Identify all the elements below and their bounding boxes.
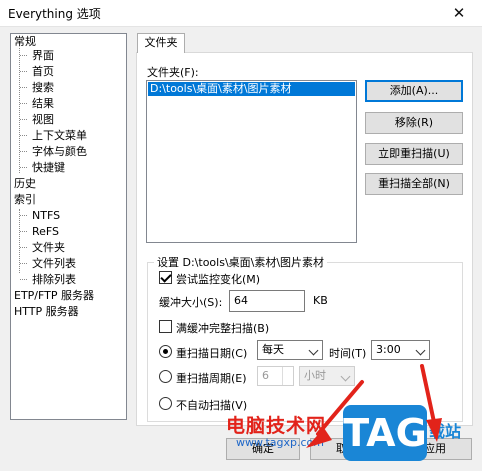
tree-item-interface[interactable]: 界面 xyxy=(32,49,54,63)
tree-item-results[interactable]: 结果 xyxy=(32,97,54,111)
add-folder-button[interactable]: 添加(A)... xyxy=(365,80,463,102)
time-value: 3:00 xyxy=(376,343,401,356)
buffer-size-label: 缓冲大小(S): xyxy=(159,296,223,309)
tree-item-folders[interactable]: 文件夹 xyxy=(32,241,65,255)
settings-tree[interactable]: 常规 界面 首页 搜索 结果 视图 上下文菜单 字体与颜色 快捷键 历史 索引 … xyxy=(10,33,127,420)
period-value-input: 6 xyxy=(257,366,294,386)
chevron-down-icon xyxy=(308,345,319,356)
tree-item-refs[interactable]: ReFS xyxy=(32,225,59,239)
close-icon[interactable]: ✕ xyxy=(444,2,474,24)
rescan-day-value: 每天 xyxy=(262,343,284,356)
rescan-all-button[interactable]: 重扫描全部(N) xyxy=(365,173,463,195)
tree-item-shortcuts[interactable]: 快捷键 xyxy=(32,161,65,175)
rescan-daily-label[interactable]: 重扫描日期(C) xyxy=(176,345,247,361)
buffer-size-input[interactable]: 64 xyxy=(229,290,305,312)
remove-folder-button[interactable]: 移除(R) xyxy=(365,112,463,134)
tree-item-home[interactable]: 首页 xyxy=(32,65,54,79)
tree-item-view[interactable]: 视图 xyxy=(32,113,54,127)
full-rescan-checkbox[interactable] xyxy=(159,320,172,333)
settings-group-title: 设置 D:\tools\桌面\素材\图片素材 xyxy=(154,254,328,270)
spin-icon xyxy=(282,367,293,385)
no-auto-scan-radio[interactable] xyxy=(159,397,172,410)
rescan-daily-radio[interactable] xyxy=(159,345,172,358)
tree-item-ntfs[interactable]: NTFS xyxy=(32,209,60,223)
chevron-down-icon xyxy=(415,345,426,356)
rescan-period-radio[interactable] xyxy=(159,370,172,383)
time-label: 时间(T) xyxy=(329,347,367,360)
window-title: Everything 选项 xyxy=(8,7,101,21)
monitor-changes-label[interactable]: 尝试监控变化(M) xyxy=(176,271,260,287)
monitor-changes-checkbox[interactable] xyxy=(159,271,172,284)
full-rescan-label[interactable]: 满缓冲完整扫描(B) xyxy=(176,320,269,336)
red-arrow-icon xyxy=(420,364,442,442)
tree-item-fonts-colors[interactable]: 字体与颜色 xyxy=(32,145,87,159)
folders-label: 文件夹(F): xyxy=(147,66,199,79)
folders-listbox[interactable]: D:\tools\桌面\素材\图片素材 xyxy=(146,80,357,243)
folder-list-item[interactable]: D:\tools\桌面\素材\图片素材 xyxy=(148,82,355,96)
tree-item-file-list[interactable]: 文件列表 xyxy=(32,257,76,271)
tree-item-http-server[interactable]: HTTP 服务器 xyxy=(14,305,79,319)
tree-item-index[interactable]: 索引 xyxy=(14,193,36,207)
red-arrow-icon xyxy=(306,380,364,448)
buffer-unit-label: KB xyxy=(313,294,328,307)
tree-item-search[interactable]: 搜索 xyxy=(32,81,54,95)
tree-guide xyxy=(19,48,20,173)
tree-item-general[interactable]: 常规 xyxy=(14,35,36,49)
tree-item-history[interactable]: 历史 xyxy=(14,177,36,191)
rescan-day-select[interactable]: 每天 xyxy=(257,340,323,360)
time-select[interactable]: 3:00 xyxy=(371,340,430,360)
tab-folders[interactable]: 文件夹 xyxy=(137,33,185,53)
tree-item-exclude-list[interactable]: 排除列表 xyxy=(32,273,76,287)
rescan-now-button[interactable]: 立即重扫描(U) xyxy=(365,143,463,165)
tree-item-etp-ftp-server[interactable]: ETP/FTP 服务器 xyxy=(14,289,94,303)
tree-item-context-menu[interactable]: 上下文菜单 xyxy=(32,129,87,143)
period-value: 6 xyxy=(262,369,269,382)
rescan-period-label[interactable]: 重扫描周期(E) xyxy=(176,370,247,386)
